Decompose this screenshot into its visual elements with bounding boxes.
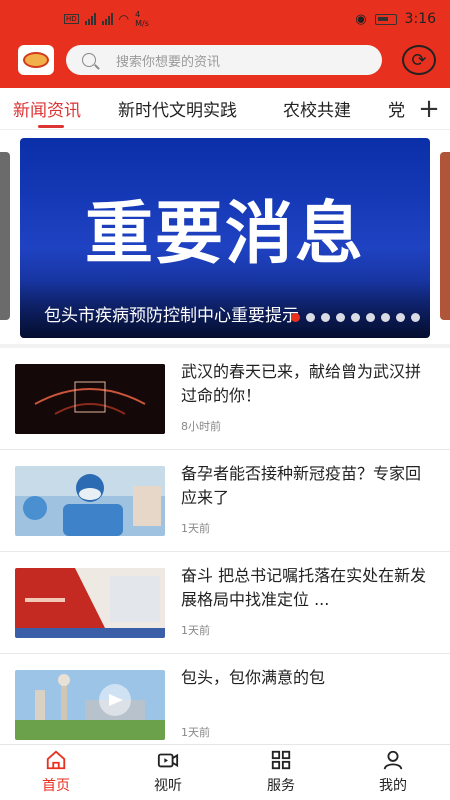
nav-video-label: 视听 — [154, 778, 182, 794]
news-thumbnail — [15, 466, 165, 536]
news-item[interactable]: 武汉的春天已来，献给曾为武汉拼过命的你！ 8小时前 — [0, 348, 450, 450]
search-icon — [82, 53, 96, 67]
battery-icon — [374, 13, 397, 25]
news-title: 备孕者能否接种新冠疫苗？专家回应来了 — [181, 464, 422, 507]
signal-icon — [84, 13, 96, 25]
news-title: 包头，包你满意的包 — [181, 668, 326, 687]
nav-home[interactable]: 首页 — [16, 749, 96, 795]
eye-icon: ◉ — [355, 11, 367, 27]
tab-news[interactable]: 新闻资讯 — [13, 96, 81, 121]
carousel-dot[interactable] — [336, 313, 345, 322]
news-time: 1天前 — [181, 522, 210, 535]
news-title: 奋斗 把总书记嘱托落在实处在新发展格局中找准定位 ... — [181, 566, 427, 609]
carousel-dot[interactable] — [291, 313, 300, 322]
grid-icon — [271, 750, 291, 770]
user-icon — [383, 750, 403, 770]
news-title: 武汉的春天已来，献给曾为武汉拼过命的你！ — [181, 362, 422, 405]
banner-headline: 重要消息 — [84, 195, 365, 274]
app-logo[interactable] — [18, 45, 54, 75]
carousel-dot[interactable] — [306, 313, 315, 322]
news-item[interactable]: 备孕者能否接种新冠疫苗？专家回应来了 1天前 — [0, 450, 450, 552]
news-time: 1天前 — [181, 726, 210, 739]
nav-video[interactable]: 视听 — [128, 749, 208, 795]
news-time: 1天前 — [181, 624, 210, 637]
news-time: 8小时前 — [181, 420, 221, 433]
nav-service-label: 服务 — [267, 778, 295, 794]
wifi-icon: ◠ — [118, 12, 130, 26]
carousel-dots — [291, 313, 420, 322]
prev-slide-peek — [0, 152, 10, 320]
clock: 3:16 — [404, 11, 436, 27]
news-thumbnail — [15, 568, 165, 638]
search-bar[interactable]: 搜索你想要的资讯 — [66, 45, 382, 75]
nav-home-label: 首页 — [42, 778, 70, 794]
active-tab-indicator — [38, 125, 64, 128]
category-tabs: 新闻资讯 新时代文明实践 农校共建 党 + — [0, 88, 450, 130]
carousel-dot[interactable] — [366, 313, 375, 322]
add-tab-icon[interactable]: + — [408, 88, 450, 129]
banner-carousel[interactable]: 重要消息 包头市疾病预防控制中心重要提示 — [0, 130, 450, 344]
news-item[interactable]: 包头，包你满意的包 1天前 — [0, 654, 450, 756]
carousel-dot[interactable] — [321, 313, 330, 322]
nav-service[interactable]: 服务 — [241, 749, 321, 795]
banner-caption: 包头市疾病预防控制中心重要提示 — [44, 306, 299, 326]
carousel-dot[interactable] — [411, 313, 420, 322]
carousel-dot[interactable] — [396, 313, 405, 322]
video-icon — [157, 753, 179, 768]
home-icon — [46, 750, 66, 770]
banner-slide[interactable]: 重要消息 包头市疾病预防控制中心重要提示 — [20, 138, 430, 338]
news-item[interactable]: 奋斗 把总书记嘱托落在实处在新发展格局中找准定位 ... 1天前 — [0, 552, 450, 654]
carousel-dot[interactable] — [381, 313, 390, 322]
bottom-navigation: 首页 视听 服务 我的 — [0, 744, 450, 800]
next-slide-peek — [440, 152, 450, 320]
news-thumbnail — [15, 364, 165, 434]
signal-icon-2 — [101, 13, 113, 25]
tab-civilization[interactable]: 新时代文明实践 — [118, 96, 237, 121]
nav-profile[interactable]: 我的 — [353, 749, 433, 795]
carousel-dot[interactable] — [351, 313, 360, 322]
network-speed: 4 M/s — [135, 10, 149, 28]
tab-school[interactable]: 农校共建 — [283, 96, 351, 121]
app-header: HD ◠ 4 M/s ◉ 3:16 搜索你想要的资讯 ⟳ — [0, 0, 450, 88]
tab-party[interactable]: 党 — [388, 96, 405, 121]
nav-profile-label: 我的 — [379, 778, 407, 794]
refresh-icon[interactable]: ⟳ — [402, 45, 436, 75]
news-thumbnail — [15, 670, 165, 740]
status-bar: HD ◠ 4 M/s ◉ 3:16 — [0, 0, 450, 38]
hd-badge: HD — [64, 14, 79, 24]
search-placeholder: 搜索你想要的资讯 — [116, 54, 221, 70]
